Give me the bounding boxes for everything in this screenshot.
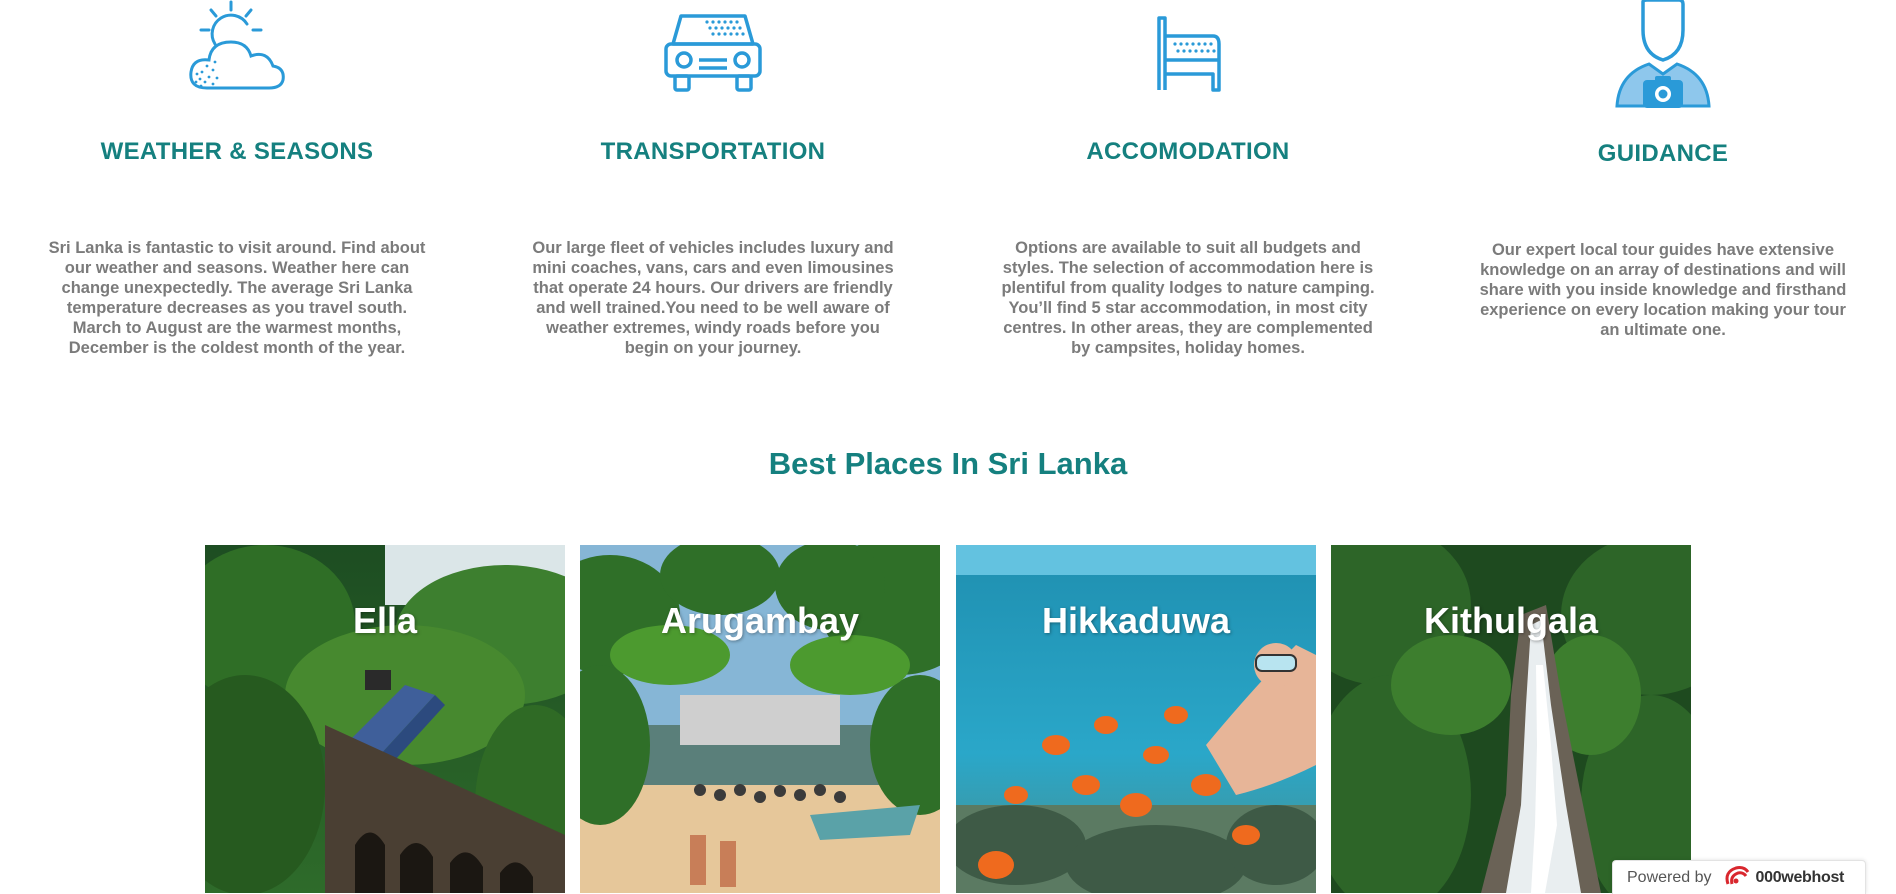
guide-photographer-icon: [1613, 0, 1713, 115]
place-name: Arugambay: [660, 600, 860, 641]
feature-description: Sri Lanka is fantastic to visit around. …: [48, 239, 426, 357]
features-section: WEATHER & SEASONS Sri Lanka is fantastic…: [0, 0, 1896, 380]
webhost-logo-icon: [1722, 864, 1750, 891]
place-card-arugambay[interactable]: Arugambay: [580, 545, 940, 893]
feature-description: Our expert local tour guides have extens…: [1479, 241, 1847, 339]
place-photo-hikkaduwa: [956, 545, 1316, 893]
place-name: Hikkaduwa: [1041, 600, 1231, 641]
place-card-kithulgala[interactable]: Kithulgala: [1331, 545, 1691, 893]
feature-title: WEATHER & SEASONS: [100, 138, 374, 165]
powered-by-label: Powered by: [1627, 868, 1712, 886]
powered-by-badge[interactable]: Powered by 000webhost: [1612, 860, 1866, 894]
weather-icon: [187, 0, 287, 97]
place-photo-arugambay: [580, 545, 940, 893]
webhost-brand: 000webhost: [1755, 868, 1845, 886]
section-title-best-places: Best Places In Sri Lanka: [768, 446, 1128, 481]
feature-description: Our large fleet of vehicles includes lux…: [532, 239, 894, 357]
bed-icon: [1153, 14, 1223, 97]
feature-title: ACCOMODATION: [1086, 138, 1290, 165]
place-card-ella[interactable]: Ella: [205, 545, 565, 893]
feature-description: Options are available to suit all budget…: [1001, 239, 1375, 357]
feature-title: GUIDANCE: [1597, 140, 1729, 167]
car-icon: [663, 10, 763, 99]
place-name: Kithulgala: [1423, 600, 1598, 641]
place-photo-kithulgala: [1331, 545, 1691, 893]
place-photo-ella: [205, 545, 565, 893]
place-name: Ella: [352, 600, 418, 641]
feature-title: TRANSPORTATION: [600, 138, 826, 165]
place-card-hikkaduwa[interactable]: Hikkaduwa: [956, 545, 1316, 893]
